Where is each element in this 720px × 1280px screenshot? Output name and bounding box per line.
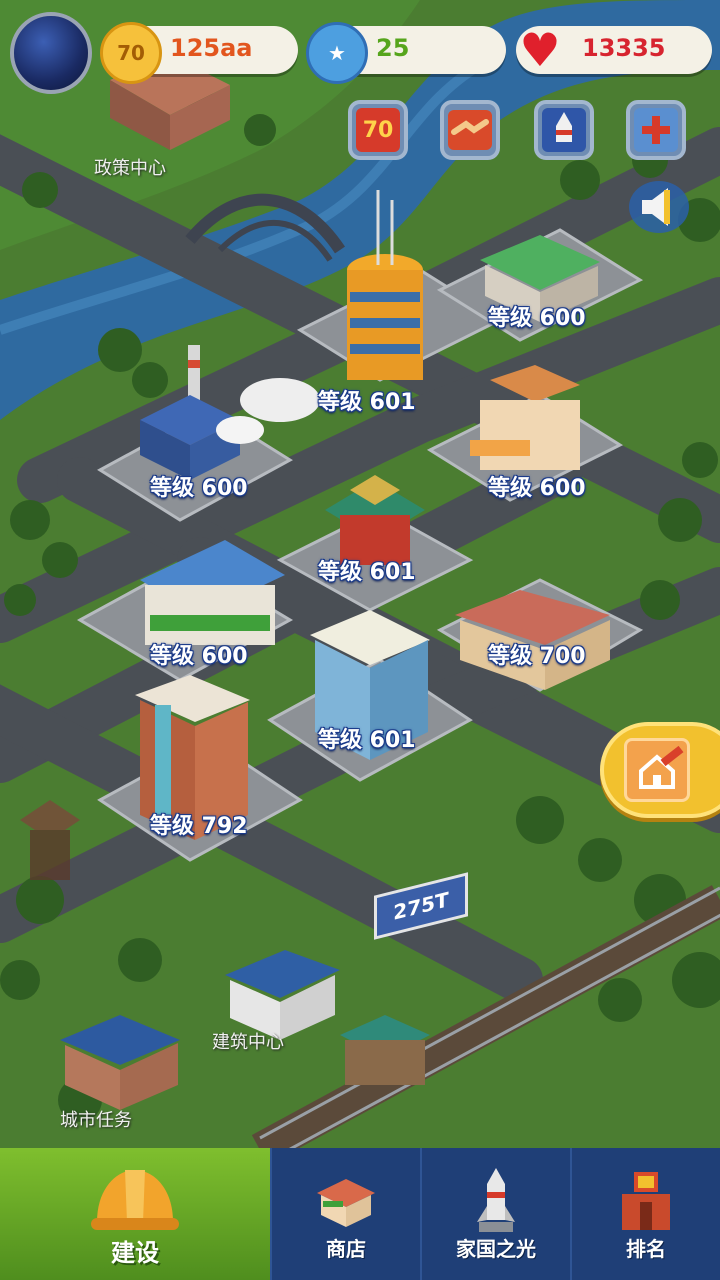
tab-build[interactable]: 建设 bbox=[0, 1148, 270, 1280]
star-value: 25 bbox=[376, 34, 410, 62]
vegetable-market-level[interactable]: 等级 600 bbox=[150, 638, 248, 670]
old-house-level[interactable]: 等级 700 bbox=[488, 638, 586, 670]
player-avatar[interactable] bbox=[10, 12, 92, 94]
cafe-level[interactable]: 等级 600 bbox=[488, 470, 586, 502]
tab-ranking-label: 排名 bbox=[626, 1237, 666, 1261]
heart-counter[interactable]: ♥ 13335 bbox=[516, 23, 712, 77]
power-plant-level[interactable]: 等级 600 bbox=[150, 470, 248, 502]
anniversary-70-icon[interactable]: 70 bbox=[348, 100, 408, 160]
build-edit-button[interactable] bbox=[600, 722, 720, 818]
coin-value: 125aa bbox=[170, 34, 253, 62]
city-tasks-label[interactable]: 城市任务 bbox=[60, 1106, 132, 1132]
building-center-label[interactable]: 建筑中心 bbox=[212, 1028, 284, 1054]
farm-house-level[interactable]: 等级 600 bbox=[488, 300, 586, 332]
ranking-icon bbox=[611, 1166, 681, 1236]
tab-shop[interactable]: 商店 bbox=[270, 1148, 420, 1280]
city-map[interactable]: 等级 601 等级 600 等级 600 等级 600 等级 601 等级 60… bbox=[0, 0, 720, 1148]
rocket-icon bbox=[461, 1166, 531, 1236]
tab-ranking[interactable]: 排名 bbox=[570, 1148, 720, 1280]
hard-hat-icon bbox=[87, 1162, 183, 1242]
rocket-icon[interactable] bbox=[534, 100, 594, 160]
star-counter[interactable]: ★ 25 bbox=[306, 22, 506, 84]
blue-office-level[interactable]: 等级 601 bbox=[318, 722, 416, 754]
coin-counter[interactable]: 70 125aa bbox=[100, 22, 298, 84]
shop-icon bbox=[311, 1166, 381, 1236]
heart-value: 13335 bbox=[582, 34, 666, 62]
tab-national-glory-label: 家国之光 bbox=[456, 1237, 536, 1261]
star-icon: ★ bbox=[306, 22, 368, 84]
policy-center-label[interactable]: 政策中心 bbox=[94, 154, 166, 180]
office-tower-level[interactable]: 等级 601 bbox=[318, 384, 416, 416]
brick-apartment-level[interactable]: 等级 792 bbox=[150, 808, 248, 840]
rescue-icon[interactable] bbox=[626, 100, 686, 160]
handshake-icon[interactable] bbox=[440, 100, 500, 160]
heart-icon: ♥ bbox=[519, 23, 561, 77]
pagoda-hall-level[interactable]: 等级 601 bbox=[318, 554, 416, 586]
tab-national-glory[interactable]: 家国之光 bbox=[420, 1148, 570, 1280]
bottom-nav: 建设 商店 家国之光 排名 bbox=[0, 1148, 720, 1280]
blueprint-pencil-icon bbox=[624, 738, 690, 802]
tab-build-label: 建设 bbox=[111, 1239, 159, 1267]
announcement-speaker-icon[interactable] bbox=[628, 180, 690, 234]
tab-shop-label: 商店 bbox=[326, 1237, 366, 1261]
coin-icon: 70 bbox=[100, 22, 162, 84]
